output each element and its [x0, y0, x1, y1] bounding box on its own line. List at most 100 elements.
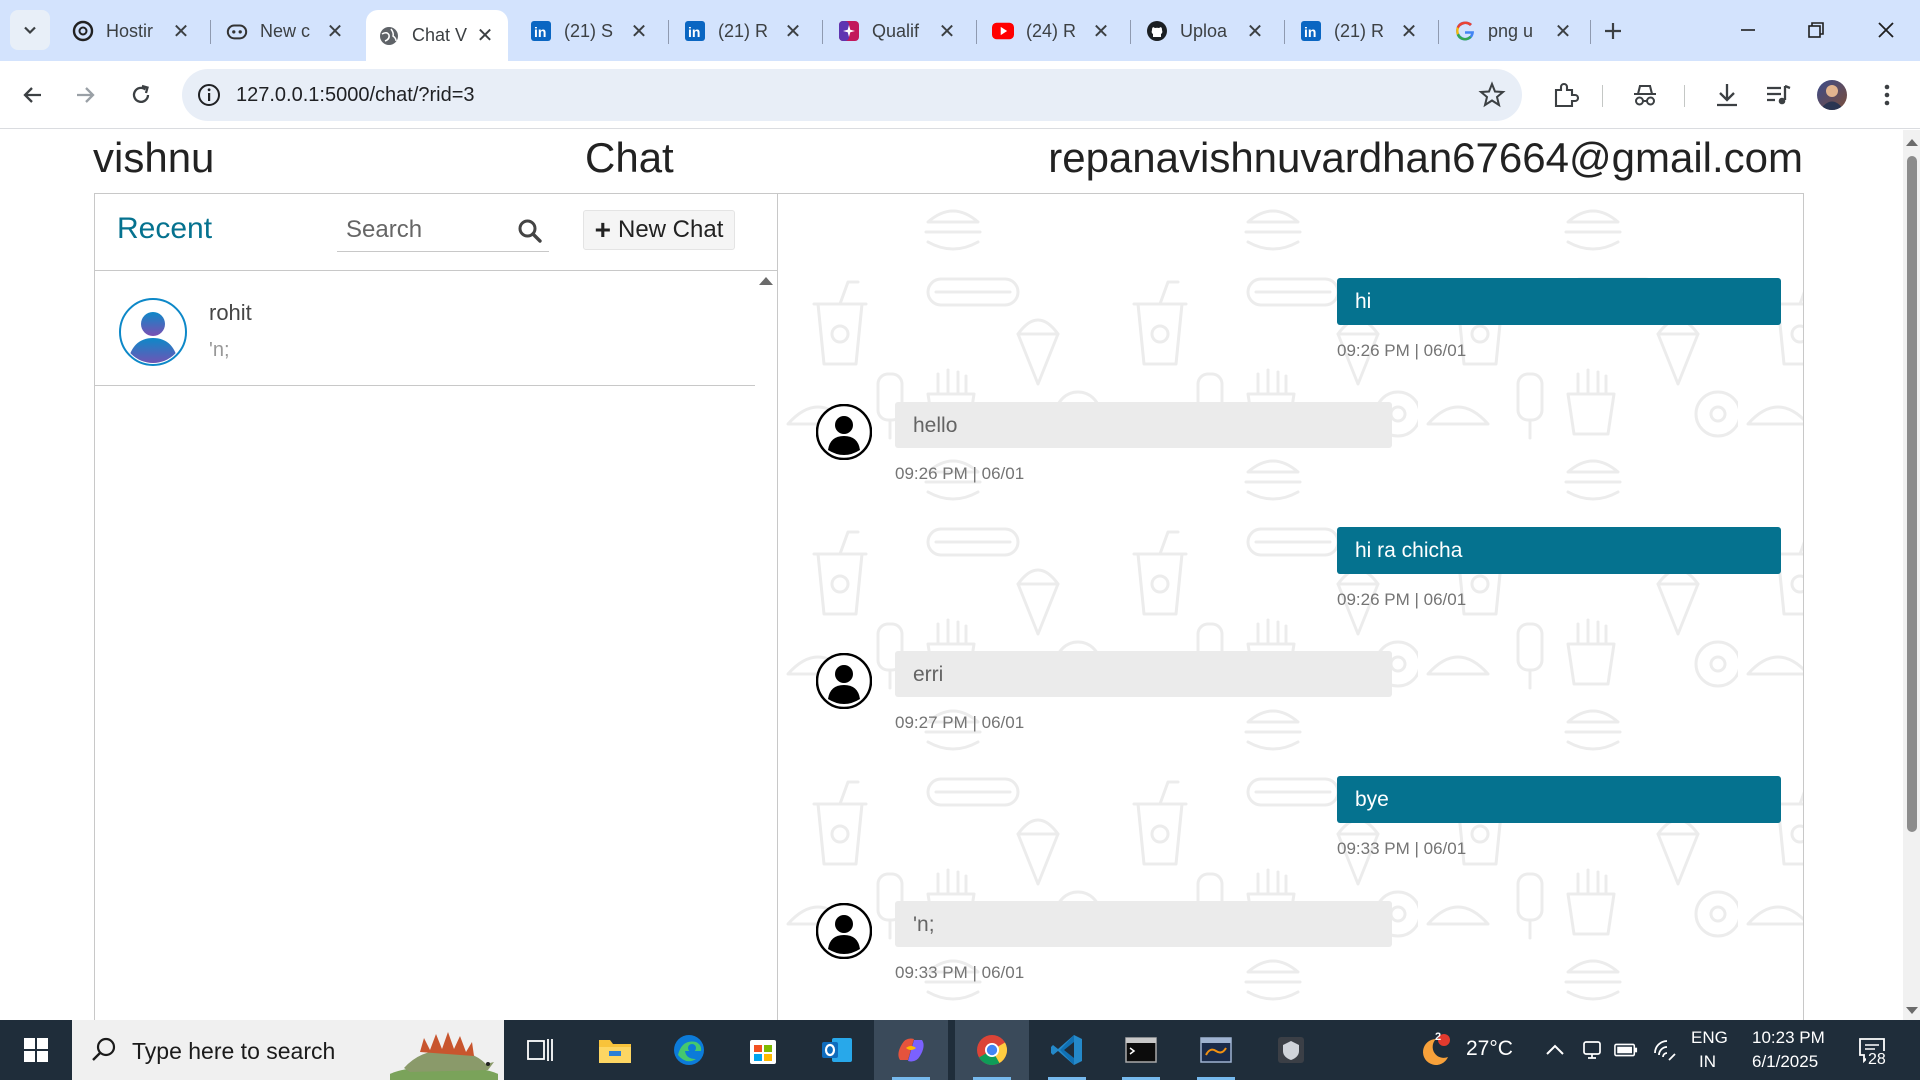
tray-connected-device[interactable] — [1580, 1038, 1604, 1062]
outgoing-message: hi ra chicha 09:26 PM | 06/01 — [1337, 527, 1781, 610]
scroll-up-arrow[interactable] — [1906, 139, 1918, 146]
browser-tab[interactable]: Hostir ✕ — [60, 12, 204, 50]
stegosaurus-illustration-icon — [390, 1032, 498, 1080]
taskbar-mysql[interactable] — [1179, 1020, 1253, 1080]
close-tab-icon[interactable]: ✕ — [1552, 20, 1574, 43]
taskbar-store[interactable] — [726, 1020, 800, 1080]
close-tab-icon[interactable]: ✕ — [782, 20, 804, 43]
browser-tab[interactable]: png u ✕ — [1442, 12, 1586, 50]
download-icon — [1717, 84, 1737, 107]
user-profile-icon — [816, 404, 872, 460]
close-tab-icon[interactable]: ✕ — [1090, 20, 1112, 43]
browser-menu-button[interactable] — [1872, 80, 1902, 110]
close-tab-icon[interactable]: ✕ — [324, 20, 346, 43]
outgoing-message-text: bye — [1337, 776, 1781, 823]
page-scrollbar[interactable] — [1903, 130, 1920, 1020]
clock-time[interactable]: 10:23 PM — [1752, 1028, 1825, 1048]
taskbar-file-explorer[interactable] — [578, 1020, 652, 1080]
mysql-workbench-icon — [1200, 1037, 1232, 1063]
downloads-button[interactable] — [1712, 80, 1742, 110]
bookmark-star-icon[interactable] — [1478, 81, 1506, 109]
linkedin-icon: in — [1300, 20, 1322, 42]
browser-tab[interactable]: in (21) R ✕ — [672, 12, 816, 50]
copilot-icon — [226, 20, 248, 42]
list-scroll-up-arrow[interactable] — [759, 277, 773, 285]
youtube-icon — [992, 20, 1014, 42]
vscode-icon — [1051, 1035, 1082, 1065]
taskbar-edge[interactable] — [652, 1020, 726, 1080]
tray-battery[interactable] — [1614, 1038, 1638, 1062]
browser-tab-active[interactable]: Chat V ✕ — [366, 10, 508, 61]
plus-icon — [1605, 23, 1621, 39]
back-button[interactable] — [12, 74, 54, 116]
profile-avatar[interactable] — [1817, 80, 1847, 110]
close-tab-icon[interactable]: ✕ — [936, 20, 958, 43]
outgoing-message-text: hi ra chicha — [1337, 527, 1781, 574]
close-tab-icon[interactable]: ✕ — [1398, 20, 1420, 43]
chevron-down-icon — [24, 26, 36, 35]
tab-title: Hostir — [106, 20, 154, 41]
address-bar[interactable]: 127.0.0.1:5000/chat/?rid=3 — [182, 69, 1522, 121]
tab-separator — [1130, 20, 1131, 44]
scrollbar-thumb[interactable] — [1907, 156, 1917, 832]
close-tab-icon[interactable]: ✕ — [474, 25, 496, 47]
forward-button[interactable] — [64, 74, 106, 116]
search-icon[interactable] — [517, 218, 543, 244]
taskbar-app-shield[interactable] — [1254, 1020, 1328, 1080]
taskbar-chrome[interactable] — [955, 1020, 1029, 1080]
chat-list: rohit 'n; — [95, 271, 777, 1020]
browser-tab[interactable]: in (21) R ✕ — [1288, 12, 1432, 50]
close-window-button[interactable] — [1858, 10, 1914, 50]
new-tab-button[interactable] — [1596, 14, 1630, 48]
tab-separator — [210, 20, 211, 44]
user-profile-icon — [816, 653, 872, 709]
restore-button[interactable] — [1788, 10, 1844, 50]
close-tab-icon[interactable]: ✕ — [1244, 20, 1266, 43]
chat-contact-name: rohit — [209, 300, 252, 325]
task-view-button[interactable] — [504, 1020, 578, 1080]
browser-tab[interactable]: Qualif ✕ — [826, 12, 970, 50]
linkedin-icon: in — [684, 20, 706, 42]
taskbar-copilot[interactable] — [874, 1020, 948, 1080]
incognito-button[interactable] — [1630, 80, 1660, 110]
language-indicator[interactable]: ENG — [1691, 1028, 1728, 1048]
windows-taskbar: Type here to search 2 27°C ENG IN 10:23 … — [0, 1020, 1920, 1080]
minimize-button[interactable] — [1720, 10, 1776, 50]
incognito-icon — [1634, 84, 1656, 106]
terminal-icon — [1125, 1037, 1157, 1063]
search-input[interactable] — [337, 210, 507, 250]
taskbar-terminal[interactable] — [1104, 1020, 1178, 1080]
reload-button[interactable] — [120, 74, 162, 116]
extensions-button[interactable] — [1550, 80, 1580, 110]
start-button[interactable] — [0, 1020, 72, 1080]
incoming-message-text: erri — [895, 651, 1392, 697]
clock-date[interactable]: 6/1/2025 — [1752, 1052, 1818, 1072]
browser-tab[interactable]: (24) R ✕ — [980, 12, 1124, 50]
site-info-icon[interactable] — [196, 82, 222, 108]
task-view-icon — [527, 1039, 553, 1061]
notification-count: 28 — [1866, 1051, 1888, 1069]
minimize-icon — [1741, 29, 1755, 31]
scroll-down-arrow[interactable] — [1906, 1007, 1918, 1014]
show-hidden-icons-button[interactable] — [1543, 1038, 1567, 1062]
weather-widget[interactable] — [1415, 1032, 1453, 1070]
browser-tab[interactable]: New c ✕ — [214, 12, 358, 50]
taskbar-search-box[interactable]: Type here to search — [72, 1020, 504, 1080]
tray-network[interactable] — [1653, 1038, 1677, 1062]
restore-icon — [1808, 22, 1824, 38]
app-shield-icon — [1278, 1037, 1304, 1063]
browser-tab[interactable]: Uploa ✕ — [1134, 12, 1278, 50]
url-text: 127.0.0.1:5000/chat/?rid=3 — [236, 84, 475, 106]
close-tab-icon[interactable]: ✕ — [628, 20, 650, 43]
new-chat-button[interactable]: + New Chat — [583, 210, 735, 250]
chevron-up-icon — [1546, 1044, 1564, 1055]
chat-list-item[interactable]: rohit 'n; — [95, 271, 755, 386]
message-timestamp: 09:27 PM | 06/01 — [895, 713, 1025, 732]
media-control-button[interactable] — [1763, 80, 1793, 110]
tab-search-button[interactable] — [10, 10, 50, 50]
close-tab-icon[interactable]: ✕ — [170, 20, 192, 43]
browser-tab[interactable]: in (21) S ✕ — [518, 12, 662, 50]
tab-separator — [1284, 20, 1285, 44]
taskbar-vscode[interactable] — [1030, 1020, 1104, 1080]
taskbar-outlook[interactable] — [800, 1020, 874, 1080]
